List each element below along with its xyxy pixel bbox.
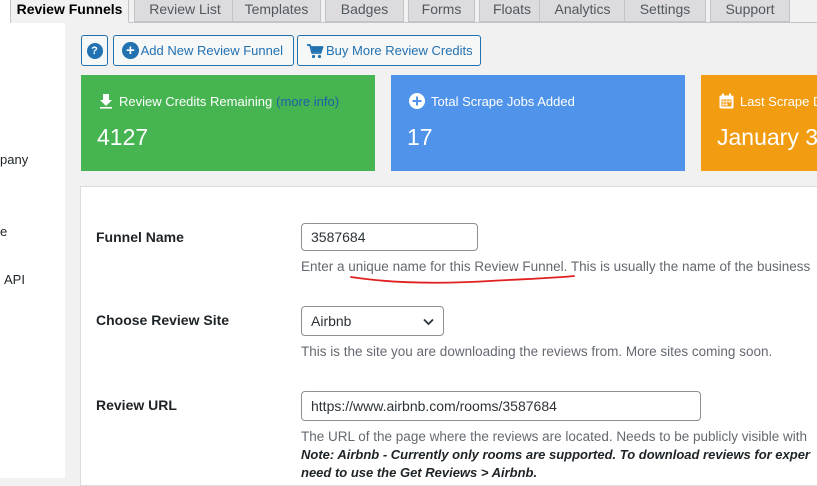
last-scrape-title: Last Scrape D (740, 93, 817, 109)
tab-review-list[interactable]: Review List (134, 0, 236, 22)
sidebar-item-e[interactable]: e (0, 224, 7, 239)
tab-bar: Review Funnels Review List Templates Bad… (10, 0, 817, 23)
plus-circle-icon (409, 93, 425, 109)
credits-remaining-card: Review Credits Remaining (more info) 412… (81, 75, 375, 171)
red-annotation-underline (350, 275, 575, 284)
more-info-link[interactable]: (more info) (276, 94, 339, 109)
review-url-label: Review URL (96, 397, 177, 413)
credits-remaining-title: Review Credits Remaining (119, 93, 273, 109)
admin-sidebar: pany e API (0, 0, 65, 478)
funnel-name-input[interactable]: 3587684 (301, 223, 478, 251)
tab-analytics[interactable]: Analytics (539, 0, 626, 22)
review-url-input[interactable]: https://www.airbnb.com/rooms/3587684 (301, 391, 701, 421)
add-review-funnel-label: Add New Review Funnel (140, 43, 283, 58)
buy-credits-label: Buy More Review Credits (326, 43, 473, 58)
tab-forms[interactable]: Forms (408, 0, 475, 22)
cart-icon (306, 43, 324, 59)
tab-templates[interactable]: Templates (232, 0, 321, 22)
add-review-funnel-button[interactable]: + Add New Review Funnel (113, 35, 294, 66)
review-site-selected-value: Airbnb (311, 313, 352, 329)
last-scrape-value: January 31 (717, 124, 817, 150)
tab-support[interactable]: Support (710, 0, 790, 22)
tab-review-funnels[interactable]: Review Funnels (10, 0, 129, 23)
review-url-description: The URL of the page where the reviews ar… (301, 429, 808, 444)
review-site-description: This is the site you are downloading the… (301, 344, 773, 359)
tab-settings[interactable]: Settings (624, 0, 706, 22)
review-site-select[interactable]: Airbnb (301, 306, 444, 336)
sidebar-item-api[interactable]: API (4, 272, 25, 287)
scrape-jobs-card: Total Scrape Jobs Added 17 (391, 75, 685, 171)
plus-circle-icon: + (122, 42, 139, 59)
tab-floats[interactable]: Floats (479, 0, 545, 22)
review-url-note-line1: Note: Airbnb - Currently only rooms are … (301, 447, 810, 462)
last-scrape-card: Last Scrape D January 31 (701, 75, 817, 171)
tab-badges[interactable]: Badges (325, 0, 404, 22)
credits-remaining-value: 4127 (97, 124, 149, 150)
sidebar-item-company[interactable]: pany (0, 152, 28, 167)
scrape-jobs-value: 17 (407, 124, 433, 150)
scrape-jobs-title: Total Scrape Jobs Added (431, 93, 575, 109)
calendar-icon (719, 93, 734, 109)
chevron-down-icon (422, 315, 435, 331)
buy-credits-button[interactable]: Buy More Review Credits (297, 35, 481, 66)
help-button[interactable]: ? (81, 35, 108, 66)
review-site-label: Choose Review Site (96, 312, 230, 328)
funnel-name-label: Funnel Name (96, 229, 184, 245)
download-icon (99, 93, 113, 109)
help-icon: ? (86, 42, 103, 59)
